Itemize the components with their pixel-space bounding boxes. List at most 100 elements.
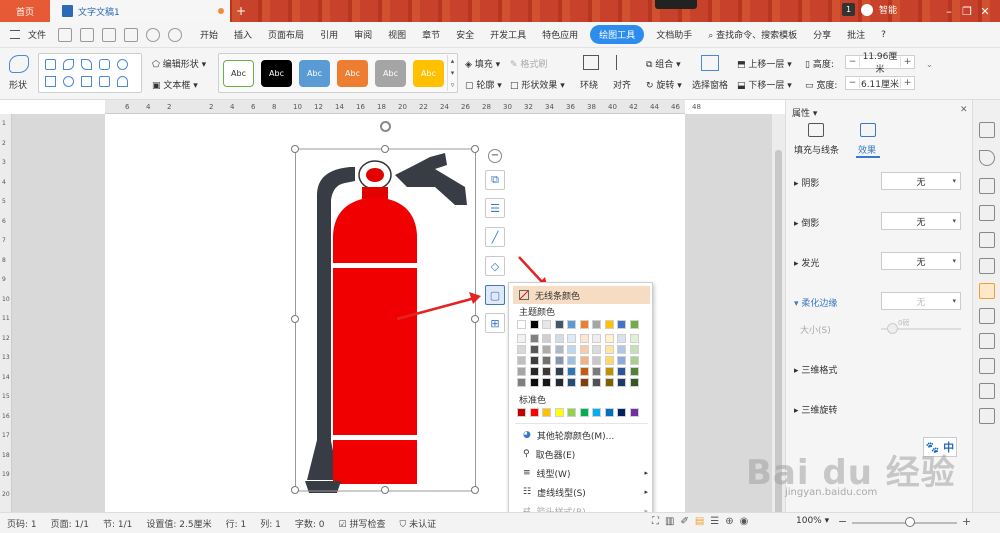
sidebar-image-icon[interactable] xyxy=(979,205,995,221)
theme-shade-swatch[interactable] xyxy=(542,345,551,354)
gallery-scroll[interactable]: ▴ ▾ ▿ xyxy=(447,55,457,91)
size-slider-thumb[interactable] xyxy=(887,323,898,334)
theme-shade-swatch[interactable] xyxy=(517,356,526,365)
menu-file[interactable]: 文件 xyxy=(20,28,54,41)
theme-color-swatch[interactable] xyxy=(567,320,576,329)
theme-shade-swatch[interactable] xyxy=(604,356,614,365)
width-value[interactable]: 6.11厘米 xyxy=(860,77,900,90)
more-options-icon[interactable]: ⌄ xyxy=(926,60,936,88)
resize-handle[interactable] xyxy=(381,486,389,494)
menu-chapter[interactable]: 章节 xyxy=(414,28,448,41)
standard-color-swatch[interactable] xyxy=(567,408,576,417)
theme-shade-swatch[interactable] xyxy=(617,378,626,387)
close-icon[interactable]: ✕ xyxy=(976,3,994,19)
theme-color-swatch[interactable] xyxy=(592,320,601,329)
sidebar-table-icon[interactable] xyxy=(979,232,995,248)
theme-shade-swatch[interactable] xyxy=(629,378,639,387)
user-avatar[interactable] xyxy=(861,3,873,16)
height-value[interactable]: 11.96厘米 xyxy=(860,49,900,75)
format-brush-button[interactable]: ✎ 格式刷 xyxy=(510,57,547,70)
tab-home[interactable]: 首页 xyxy=(0,0,50,22)
sidebar-properties-icon[interactable] xyxy=(979,283,995,299)
zoom-slider-thumb[interactable] xyxy=(904,517,915,527)
format-3d-section[interactable]: ▸ 三维格式 xyxy=(794,363,837,376)
menu-reference[interactable]: 引用 xyxy=(312,28,346,41)
rotate-button[interactable]: ↻ 旋转 ▾ xyxy=(646,78,682,91)
theme-shade-swatch[interactable] xyxy=(629,334,639,343)
resize-handle[interactable] xyxy=(471,145,479,153)
standard-color-swatch[interactable] xyxy=(554,408,564,417)
menu-insert[interactable]: 插入 xyxy=(226,28,260,41)
sidebar-comment-icon[interactable] xyxy=(979,358,995,374)
theme-shade-swatch[interactable] xyxy=(554,367,564,376)
shape-style-4[interactable]: Abc xyxy=(337,60,368,87)
theme-shade-swatch[interactable] xyxy=(567,356,576,365)
rotate-handle-icon[interactable] xyxy=(380,121,391,132)
shape-effect-button[interactable]: □ 形状效果 ▾ xyxy=(510,78,565,91)
shape-style-6[interactable]: Abc xyxy=(413,60,444,87)
minimize-icon[interactable]: – xyxy=(940,3,958,19)
wrap-text-icon[interactable]: ☰ xyxy=(485,198,505,218)
shadow-dropdown[interactable]: 无 ▾ xyxy=(881,172,961,190)
save-icon[interactable] xyxy=(58,27,73,42)
theme-shade-swatch[interactable] xyxy=(567,334,576,343)
reflection-section[interactable]: ▸ 倒影 xyxy=(794,216,819,229)
collapse-toolbar-icon[interactable]: − xyxy=(488,149,502,163)
align-button[interactable]: 对齐 xyxy=(613,78,631,91)
status-words[interactable]: 字数: 0 xyxy=(288,517,332,530)
sidebar-format-icon[interactable] xyxy=(979,122,995,138)
redo-icon[interactable] xyxy=(168,27,183,42)
standard-color-swatch[interactable] xyxy=(604,408,614,417)
sidebar-lock-icon[interactable] xyxy=(979,308,995,324)
theme-shade-swatch[interactable] xyxy=(579,356,589,365)
eyedropper-option[interactable]: ⚲ 取色器(E) xyxy=(509,445,654,463)
sidebar-tools-icon[interactable] xyxy=(979,333,995,349)
new-tab-button[interactable]: + xyxy=(236,4,246,18)
resize-handle[interactable] xyxy=(471,486,479,494)
zoom-level[interactable]: 100% ▾ xyxy=(796,516,829,526)
theme-shade-swatch[interactable] xyxy=(629,367,639,376)
maximize-icon[interactable]: ❐ xyxy=(958,3,976,19)
standard-color-swatch[interactable] xyxy=(579,408,589,417)
theme-shade-swatch[interactable] xyxy=(567,345,576,354)
panel-title[interactable]: 属性 ▾ xyxy=(792,106,817,119)
shape-circle-icon[interactable] xyxy=(117,59,128,70)
menu-drawing-tools[interactable]: 绘图工具 xyxy=(590,25,645,44)
print-icon[interactable] xyxy=(102,27,117,42)
theme-shade-swatch[interactable] xyxy=(604,345,614,354)
theme-shade-swatch[interactable] xyxy=(554,378,564,387)
theme-shade-swatch[interactable] xyxy=(592,345,601,354)
shape-leaf-icon[interactable] xyxy=(63,59,74,70)
height-field[interactable]: − 11.96厘米 + xyxy=(845,52,915,75)
theme-shade-swatch[interactable] xyxy=(579,367,589,376)
sidebar-shape-icon[interactable] xyxy=(979,178,995,194)
view-fullscreen-icon[interactable]: ⛶ xyxy=(652,516,659,527)
theme-shade-swatch[interactable] xyxy=(542,334,551,343)
more-colors-option[interactable]: ◕ 其他轮廓颜色(M)... xyxy=(509,426,654,444)
width-field[interactable]: − 6.11厘米 + xyxy=(845,76,915,90)
sidebar-select-icon[interactable] xyxy=(979,150,995,166)
theme-shade-swatch[interactable] xyxy=(592,334,601,343)
resize-handle[interactable] xyxy=(291,315,299,323)
view-read-icon[interactable]: ▥ xyxy=(665,516,674,527)
view-web-icon[interactable]: ⊕ xyxy=(725,516,733,527)
line-type-option[interactable]: ≡ 线型(W) ▸ xyxy=(509,464,654,482)
bring-forward-button[interactable]: ⬒ 上移一层 ▾ xyxy=(737,57,792,70)
sidebar-grid-icon[interactable] xyxy=(979,258,995,274)
undo-icon[interactable] xyxy=(146,27,161,42)
status-page-code[interactable]: 页码: 1 xyxy=(0,517,44,530)
shape-style-3[interactable]: Abc xyxy=(299,60,330,87)
height-increase[interactable]: + xyxy=(900,57,914,67)
theme-shade-swatch[interactable] xyxy=(529,378,539,387)
theme-color-swatch[interactable] xyxy=(517,320,526,329)
fill-line-icon[interactable] xyxy=(808,123,824,137)
standard-color-swatch[interactable] xyxy=(629,408,639,417)
shape-drop-icon[interactable] xyxy=(81,59,92,70)
shape-style-5[interactable]: Abc xyxy=(375,60,406,87)
theme-color-swatch[interactable] xyxy=(604,320,614,329)
theme-color-swatch[interactable] xyxy=(554,320,564,329)
theme-shade-swatch[interactable] xyxy=(554,356,564,365)
theme-shade-swatch[interactable] xyxy=(604,334,614,343)
view-write-icon[interactable]: ✐ xyxy=(680,516,688,527)
theme-shade-swatch[interactable] xyxy=(579,378,589,387)
